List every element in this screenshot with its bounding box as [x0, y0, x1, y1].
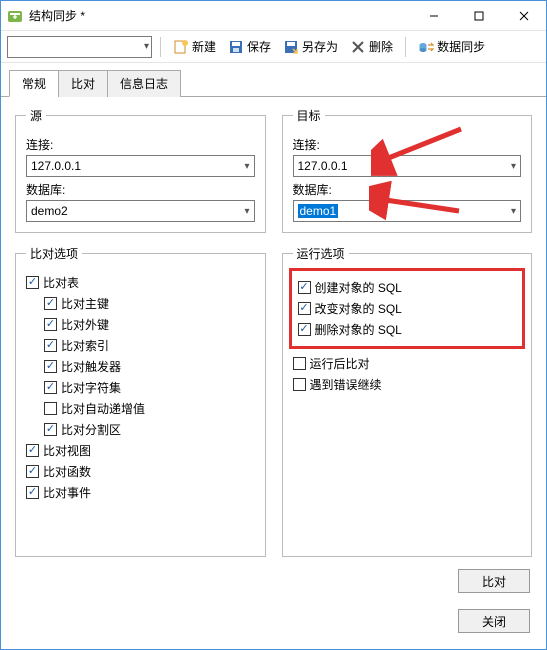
chk-compare-function[interactable]: [26, 465, 39, 478]
chk-compare-pk[interactable]: [44, 297, 57, 310]
left-column: 源 连接: 127.0.0.1▾ 数据库: demo2▾ 比对选项 比对表 比对…: [15, 107, 266, 569]
highlight-box: 创建对象的 SQL 改变对象的 SQL 删除对象的 SQL: [289, 268, 526, 349]
source-conn-label: 连接:: [26, 136, 255, 153]
chk-sql-alter[interactable]: [298, 302, 311, 315]
tab-general[interactable]: 常规: [9, 70, 59, 97]
compare-button-row: 比对: [458, 569, 530, 593]
compare-options-group: 比对选项 比对表 比对主键 比对外键 比对索引 比对触发器 比对字符集 比对自动…: [15, 245, 266, 557]
chk-run-after-compare[interactable]: [293, 357, 306, 370]
tab-compare[interactable]: 比对: [58, 70, 108, 97]
chk-compare-table[interactable]: [26, 276, 39, 289]
chk-compare-view[interactable]: [26, 444, 39, 457]
datasync-icon: [418, 39, 434, 55]
minimize-button[interactable]: [411, 1, 456, 31]
close-button-row: 关闭: [458, 609, 530, 633]
compare-button[interactable]: 比对: [458, 569, 530, 593]
delete-button[interactable]: 删除: [346, 36, 397, 57]
chk-compare-charset[interactable]: [44, 381, 57, 394]
close-button[interactable]: [501, 1, 546, 31]
separator: [405, 37, 406, 57]
compare-options-legend: 比对选项: [26, 245, 82, 262]
chk-sql-create[interactable]: [298, 281, 311, 294]
source-db-combo[interactable]: demo2▾: [26, 200, 255, 222]
target-legend: 目标: [293, 107, 325, 124]
source-group: 源 连接: 127.0.0.1▾ 数据库: demo2▾: [15, 107, 266, 233]
window-title: 结构同步 *: [29, 7, 411, 24]
chk-compare-partition[interactable]: [44, 423, 57, 436]
saveas-icon: [283, 39, 299, 55]
target-db-combo[interactable]: demo1▾: [293, 200, 522, 222]
right-column: 目标 连接: 127.0.0.1▾ 数据库: demo1▾ 运行选项 创建对象的…: [282, 107, 533, 569]
tab-body: 源 连接: 127.0.0.1▾ 数据库: demo2▾ 比对选项 比对表 比对…: [1, 97, 546, 569]
datasync-button[interactable]: 数据同步: [414, 36, 489, 57]
target-conn-combo[interactable]: 127.0.0.1▾: [293, 155, 522, 177]
source-legend: 源: [26, 107, 46, 124]
chk-sql-drop[interactable]: [298, 323, 311, 336]
target-conn-label: 连接:: [293, 136, 522, 153]
app-window: 结构同步 * ▾ 新建 保存 另存为 删除 数据同步 常规: [0, 0, 547, 650]
save-button[interactable]: 保存: [224, 36, 275, 57]
saveas-button[interactable]: 另存为: [279, 36, 342, 57]
source-db-label: 数据库:: [26, 181, 255, 198]
new-icon: [173, 39, 189, 55]
app-icon: [7, 8, 23, 24]
source-conn-combo[interactable]: 127.0.0.1▾: [26, 155, 255, 177]
new-button[interactable]: 新建: [169, 36, 220, 57]
titlebar: 结构同步 *: [1, 1, 546, 31]
chk-compare-fk[interactable]: [44, 318, 57, 331]
run-options-legend: 运行选项: [293, 245, 349, 262]
run-options-group: 运行选项 创建对象的 SQL 改变对象的 SQL 删除对象的 SQL 运行后比对…: [282, 245, 533, 557]
save-icon: [228, 39, 244, 55]
chk-compare-trigger[interactable]: [44, 360, 57, 373]
chk-compare-event[interactable]: [26, 486, 39, 499]
separator: [160, 37, 161, 57]
chk-compare-autoinc[interactable]: [44, 402, 57, 415]
chk-compare-index[interactable]: [44, 339, 57, 352]
delete-icon: [350, 39, 366, 55]
target-group: 目标 连接: 127.0.0.1▾ 数据库: demo1▾: [282, 107, 533, 233]
close-dialog-button[interactable]: 关闭: [458, 609, 530, 633]
tab-log[interactable]: 信息日志: [107, 70, 181, 97]
target-db-label: 数据库:: [293, 181, 522, 198]
chk-continue-on-error[interactable]: [293, 378, 306, 391]
profile-combo[interactable]: ▾: [7, 36, 152, 58]
toolbar: ▾ 新建 保存 另存为 删除 数据同步: [1, 31, 546, 63]
maximize-button[interactable]: [456, 1, 501, 31]
tabs: 常规 比对 信息日志: [1, 69, 546, 97]
